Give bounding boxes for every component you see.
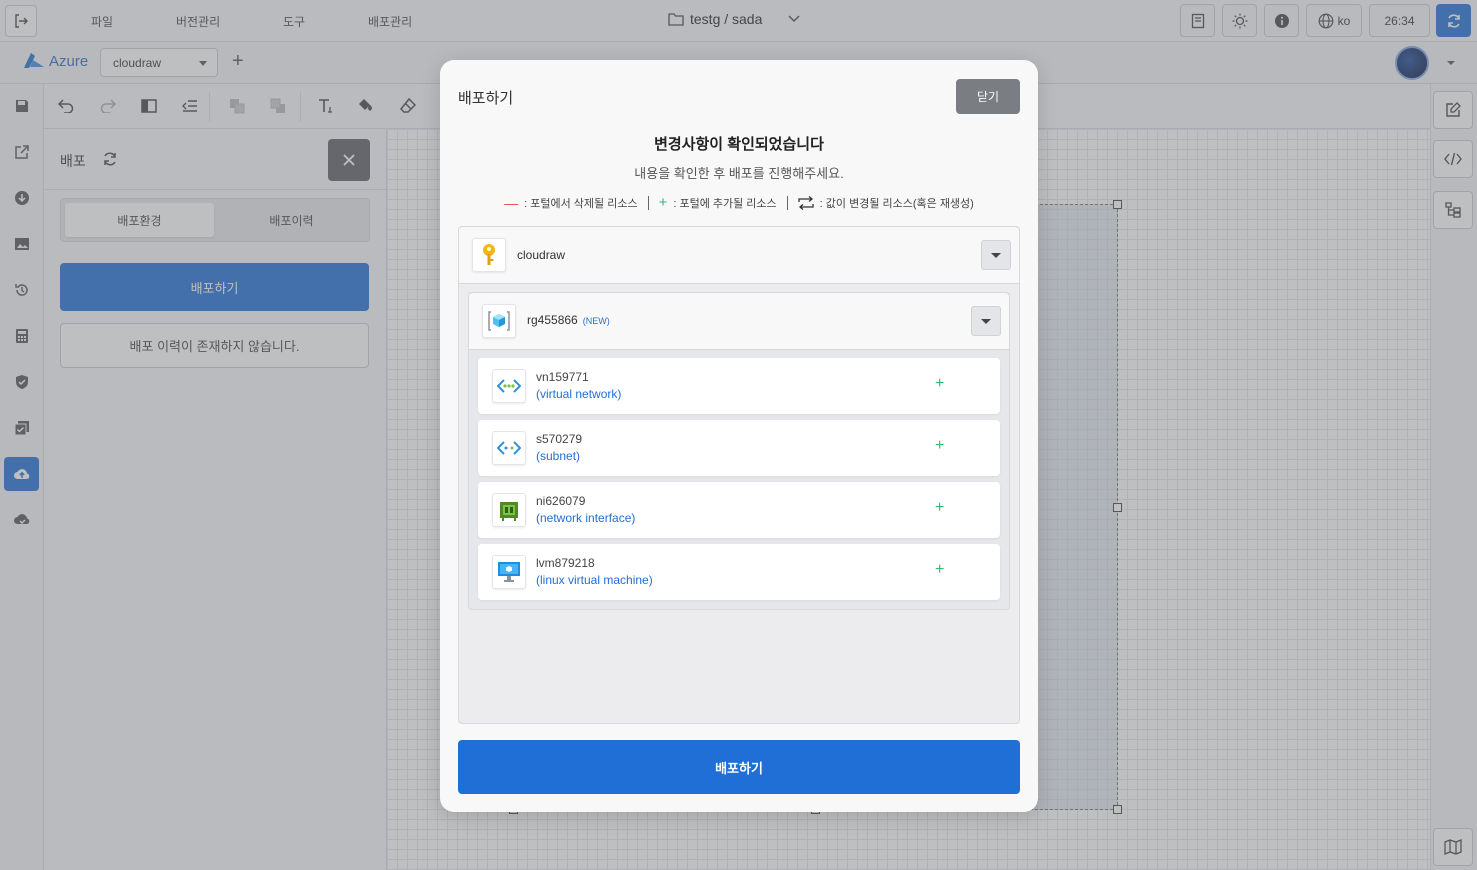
resource-type: (network interface) — [536, 511, 636, 525]
modal-title: 배포하기 — [458, 90, 514, 107]
resource-name: lvm879218 — [536, 556, 595, 570]
delete-legend-text: : 포털에서 삭제될 리소스 — [524, 197, 638, 210]
subscription-row[interactable]: cloudraw — [459, 227, 1019, 284]
resource-group-row[interactable]: rg455866 (NEW) — [469, 293, 1009, 350]
modal-subheading: 내용을 확인한 후 배포를 진행해주세요. — [634, 166, 844, 181]
resource-type: (subnet) — [536, 449, 581, 463]
add-indicator: + — [935, 375, 945, 392]
add-indicator: + — [935, 561, 945, 578]
delete-symbol: — — [504, 194, 519, 211]
modal-deploy-button[interactable]: 배포하기 — [458, 740, 1020, 794]
add-indicator: + — [935, 437, 945, 454]
resource-card[interactable]: ni626079 (network interface) + — [478, 482, 1000, 538]
resource-card[interactable]: vn159771 (virtual network) + — [478, 358, 1000, 414]
modal-heading: 변경사항이 확인되었습니다 — [654, 136, 824, 153]
resource-group-icon — [482, 304, 516, 338]
virtual-machine-icon — [492, 555, 526, 589]
add-indicator: + — [935, 499, 945, 516]
resource-tree: cloudraw rg455866 (NEW) vn159771 (virtual… — [458, 226, 1020, 724]
resource-group-box: rg455866 (NEW) vn159771 (virtual network)… — [468, 292, 1010, 610]
resource-name: ni626079 — [536, 494, 586, 508]
change-legend-text: : 값이 변경될 리소스(혹은 재생성) — [819, 197, 974, 210]
new-badge: (NEW) — [582, 316, 610, 326]
add-symbol: + — [658, 194, 668, 211]
subscription-expand-button[interactable] — [981, 240, 1011, 270]
chevron-down-icon — [991, 252, 1001, 258]
network-interface-icon — [492, 493, 526, 527]
virtual-network-icon — [492, 369, 526, 403]
resource-group-name: rg455866 — [527, 313, 578, 327]
add-legend-text: : 포털에 추가될 리소스 — [673, 197, 777, 210]
chevron-down-icon — [981, 318, 991, 324]
subnet-icon — [492, 431, 526, 465]
resource-type: (virtual network) — [536, 387, 622, 401]
resource-name: s570279 — [536, 432, 583, 446]
change-arrows-icon — [798, 195, 814, 210]
subscription-name: cloudraw — [517, 248, 566, 262]
resource-card[interactable]: s570279 (subnet) + — [478, 420, 1000, 476]
modal-close-button[interactable]: 닫기 — [956, 79, 1020, 114]
resource-group-expand-button[interactable] — [971, 306, 1001, 336]
key-icon — [472, 238, 506, 272]
resource-card[interactable]: lvm879218 (linux virtual machine) + — [478, 544, 1000, 600]
resource-type: (linux virtual machine) — [536, 573, 653, 587]
deploy-modal: 배포하기 닫기 변경사항이 확인되었습니다 내용을 확인한 후 배포를 진행해주… — [440, 60, 1038, 812]
resource-name: vn159771 — [536, 370, 589, 384]
change-legend: — : 포털에서 삭제될 리소스 + : 포털에 추가될 리소스 : 값이 변경… — [440, 194, 1038, 211]
